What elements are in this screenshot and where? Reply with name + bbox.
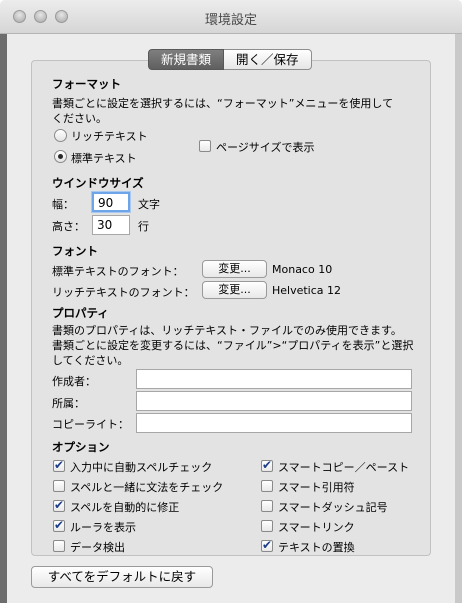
- smart-links-checkbox[interactable]: [261, 520, 273, 532]
- properties-description-line1: 書類のプロパティは、リッチテキスト・ファイルでのみ使用できます。: [52, 324, 402, 337]
- smart-quotes-checkbox[interactable]: [261, 480, 273, 492]
- change-plain-font-button[interactable]: 変更...: [202, 260, 267, 278]
- change-rich-font-button[interactable]: 変更...: [202, 281, 267, 299]
- window-title: 環境設定: [204, 13, 257, 28]
- show-ruler-checkbox[interactable]: [53, 518, 65, 532]
- grammar-check-checkbox[interactable]: [53, 480, 65, 492]
- height-field[interactable]: 30: [92, 215, 130, 235]
- author-field[interactable]: [136, 369, 412, 389]
- width-unit: 文字: [138, 198, 160, 211]
- auto-spellcheck-checkbox[interactable]: [53, 458, 65, 472]
- left-edge: [0, 34, 7, 603]
- auto-correct-label[interactable]: スペルを自動的に修正: [70, 499, 179, 515]
- author-label: 作成者：: [52, 375, 96, 388]
- smart-copy-paste-label[interactable]: スマートコピー／ペースト: [278, 459, 409, 475]
- rich-font-value: Helvetica 12: [272, 284, 342, 297]
- copyright-field[interactable]: [136, 413, 412, 433]
- rich-text-label[interactable]: リッチテキスト: [71, 128, 148, 144]
- preferences-window: 環境設定 新規書類 開く／保存 フォーマット 書類ごとに設定を選択するには、“フ…: [0, 0, 462, 603]
- plain-text-label[interactable]: 標準テキスト: [71, 150, 137, 166]
- format-description-line1: 書類ごとに設定を選択するには、“フォーマット”メニューを使用して: [52, 97, 394, 110]
- height-label: 高さ：: [52, 220, 85, 233]
- auto-correct-checkbox[interactable]: [53, 498, 65, 512]
- plain-font-value: Monaco 10: [272, 263, 333, 276]
- text-replacement-checkbox[interactable]: [261, 538, 273, 552]
- page-size-label[interactable]: ページサイズで表示: [216, 139, 314, 155]
- copyright-label: コピーライト：: [52, 418, 129, 431]
- organization-field[interactable]: [136, 391, 412, 411]
- font-heading: フォント: [52, 244, 98, 258]
- window-size-heading: ウインドウサイズ: [52, 176, 144, 190]
- options-heading: オプション: [52, 440, 110, 454]
- grammar-check-label[interactable]: スペルと一緒に文法をチェック: [70, 479, 223, 495]
- rich-font-label: リッチテキストのフォント：: [52, 286, 195, 299]
- width-field[interactable]: 90: [92, 192, 130, 212]
- title-bar: 環境設定: [0, 0, 462, 34]
- properties-description-line2: 書類ごとに設定を変更するには、“ファイル”>“プロパティを表示”と選択: [52, 339, 414, 352]
- properties-description-line3: してください。: [52, 354, 129, 367]
- format-heading: フォーマット: [52, 77, 121, 91]
- data-detection-label[interactable]: データ検出: [70, 539, 125, 555]
- smart-quotes-label[interactable]: スマート引用符: [278, 479, 355, 495]
- properties-heading: プロパティ: [52, 306, 109, 320]
- smart-dashes-checkbox[interactable]: [261, 500, 273, 512]
- format-description-line2: ください。: [52, 112, 107, 125]
- width-label: 幅：: [52, 198, 74, 211]
- right-edge: [455, 34, 462, 603]
- show-ruler-label[interactable]: ルーラを表示: [70, 519, 136, 535]
- page-size-checkbox[interactable]: [199, 140, 211, 152]
- plain-text-radio[interactable]: [54, 150, 67, 163]
- tab-open-save[interactable]: 開く／保存: [224, 49, 312, 70]
- smart-links-label[interactable]: スマートリンク: [278, 519, 355, 535]
- smart-dashes-label[interactable]: スマートダッシュ記号: [278, 499, 388, 515]
- auto-spellcheck-label[interactable]: 入力中に自動スペルチェック: [70, 459, 212, 475]
- plain-font-label: 標準テキストのフォント：: [52, 265, 184, 278]
- data-detection-checkbox[interactable]: [53, 540, 65, 552]
- height-unit: 行: [138, 220, 149, 233]
- restore-defaults-button[interactable]: すべてをデフォルトに戻す: [31, 566, 213, 588]
- smart-copy-paste-checkbox[interactable]: [261, 458, 273, 472]
- tab-new-document[interactable]: 新規書類: [148, 49, 225, 70]
- tab-bar: 新規書類 開く／保存: [148, 49, 312, 70]
- organization-label: 所属：: [52, 397, 85, 410]
- text-replacement-label[interactable]: テキストの置換: [278, 539, 355, 555]
- rich-text-radio[interactable]: [54, 129, 67, 142]
